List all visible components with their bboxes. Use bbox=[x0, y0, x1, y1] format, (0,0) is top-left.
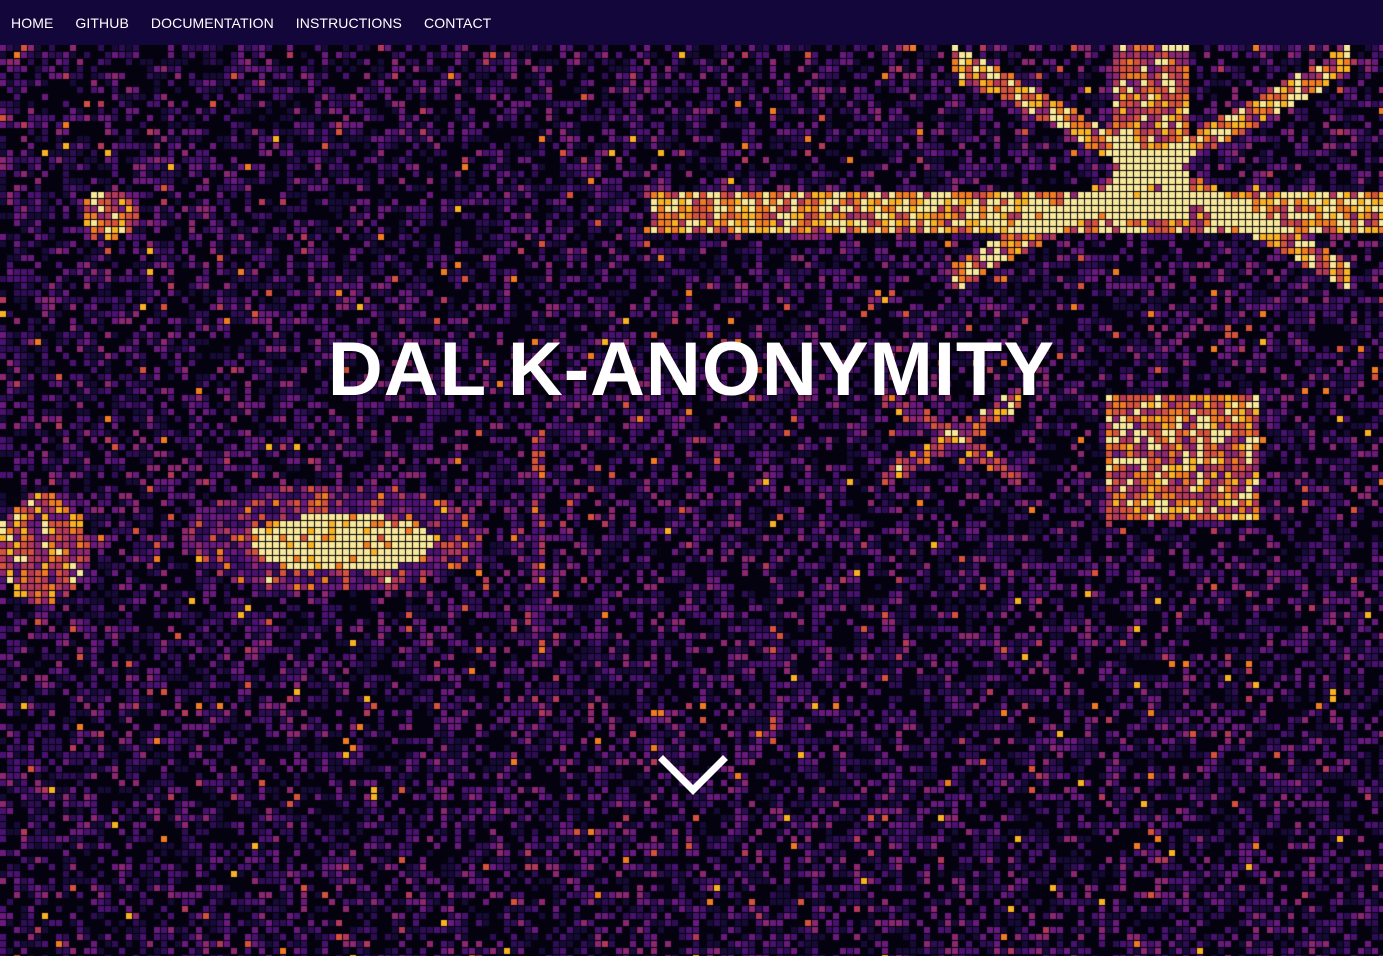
nav-home-link[interactable]: HOME bbox=[11, 15, 53, 31]
chevron-down-icon bbox=[658, 755, 728, 795]
nav-contact-link[interactable]: CONTACT bbox=[424, 15, 491, 31]
hero-heatmap-background bbox=[0, 45, 1383, 956]
nav-github-link[interactable]: GITHUB bbox=[75, 15, 129, 31]
scroll-down-button[interactable] bbox=[658, 750, 728, 800]
hero-title: DAL K-ANONYMITY bbox=[327, 327, 1056, 412]
hero-section: DAL K-ANONYMITY bbox=[0, 45, 1383, 956]
nav-documentation-link[interactable]: DOCUMENTATION bbox=[151, 15, 274, 31]
nav-instructions-link[interactable]: INSTRUCTIONS bbox=[296, 15, 402, 31]
top-navbar: HOME GITHUB DOCUMENTATION INSTRUCTIONS C… bbox=[0, 0, 1383, 45]
page: HOME GITHUB DOCUMENTATION INSTRUCTIONS C… bbox=[0, 0, 1383, 956]
